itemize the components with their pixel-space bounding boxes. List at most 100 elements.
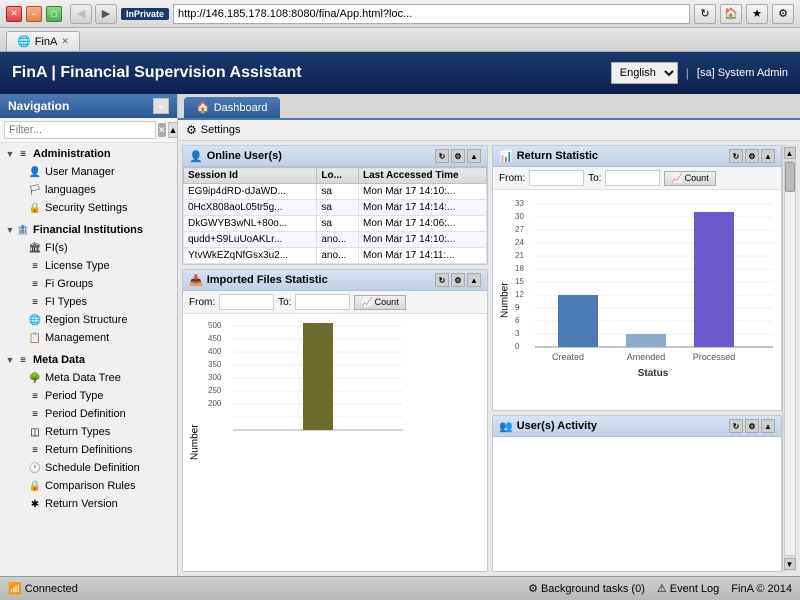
main-tabs: 🏠 Dashboard — [178, 94, 800, 120]
svg-text:Amended: Amended — [627, 352, 666, 362]
tab-close-icon[interactable]: ✕ — [61, 36, 69, 47]
home-button[interactable]: 🏠 — [720, 4, 742, 24]
fi-groups-icon: ≡ — [28, 277, 42, 291]
tree-section-administration-header[interactable]: ▼ ≡ Administration — [0, 145, 177, 163]
maximize-window-button[interactable]: □ — [46, 6, 62, 22]
expand-icon: ▼ — [4, 354, 16, 366]
return-stat-refresh-button[interactable]: ↻ — [729, 149, 743, 163]
online-users-header: 👤 Online User(s) ↻ ⚙ ▲ — [183, 146, 487, 167]
minimize-window-button[interactable]: − — [26, 6, 42, 22]
imported-from-input[interactable] — [219, 294, 274, 310]
table-cell: YtvWkEZqNfGsx3u2... — [184, 248, 317, 264]
sidebar-item-metadata-tree[interactable]: 🌳 Meta Data Tree — [0, 369, 177, 387]
app-body: Navigation « ✕ ▲ ▼ ▼ ≡ Administration 👤 … — [0, 94, 800, 576]
sidebar-filter-clear-button[interactable]: ✕ — [158, 123, 166, 137]
svg-text:Status: Status — [638, 368, 669, 379]
imported-files-header: 📥 Imported Files Statistic ↻ ⚙ ▲ — [183, 270, 487, 291]
online-users-settings-button[interactable]: ⚙ — [451, 149, 465, 163]
back-button[interactable]: ◀ — [70, 4, 92, 24]
sidebar-item-fi-types[interactable]: ≡ FI Types — [0, 293, 177, 311]
sidebar-item-return-version[interactable]: ✱ Return Version — [0, 495, 177, 513]
sidebar-item-user-manager[interactable]: 👤 User Manager — [0, 163, 177, 181]
settings-label[interactable]: Settings — [201, 124, 241, 136]
sidebar-scroll-up-button[interactable]: ▲ — [168, 122, 178, 138]
favorites-button[interactable]: ★ — [746, 4, 768, 24]
sidebar-item-schedule-definition[interactable]: 🕐 Schedule Definition — [0, 459, 177, 477]
return-definitions-label: Return Definitions — [45, 444, 132, 456]
forward-button[interactable]: ▶ — [95, 4, 117, 24]
return-stat-collapse-button[interactable]: ▲ — [761, 149, 775, 163]
online-users-refresh-button[interactable]: ↻ — [435, 149, 449, 163]
return-to-input[interactable] — [605, 170, 660, 186]
main-content: 🏠 Dashboard ⚙ Settings 👤 Online User(s) — [178, 94, 800, 576]
user-activity-collapse-button[interactable]: ▲ — [761, 419, 775, 433]
imported-files-panel: 📥 Imported Files Statistic ↻ ⚙ ▲ From: T… — [182, 269, 488, 572]
sidebar-item-fis[interactable]: 🏛 FI(s) — [0, 239, 177, 257]
return-def-icon: ≡ — [28, 443, 42, 457]
imported-y-label: Number — [187, 318, 203, 567]
fi-types-icon: ≡ — [28, 295, 42, 309]
comparison-rules-label: Comparison Rules — [45, 480, 135, 492]
period-type-icon: ≡ — [28, 389, 42, 403]
return-from-input[interactable] — [529, 170, 584, 186]
user-activity-settings-button[interactable]: ⚙ — [745, 419, 759, 433]
refresh-button[interactable]: ↻ — [694, 4, 716, 24]
tab-dashboard[interactable]: 🏠 Dashboard — [184, 97, 280, 118]
close-window-button[interactable]: ✕ — [6, 6, 22, 22]
table-cell: Mon Mar 17 14:10:... — [359, 184, 487, 200]
imported-collapse-button[interactable]: ▲ — [467, 273, 481, 287]
event-log-label: Event Log — [670, 583, 720, 595]
chart-icon: 📈 — [361, 297, 372, 308]
address-bar[interactable] — [173, 4, 690, 24]
event-icon: ⚠ — [657, 582, 667, 595]
sidebar-item-region-structure[interactable]: 🌐 Region Structure — [0, 311, 177, 329]
sidebar-item-security-settings[interactable]: 🔒 Security Settings — [0, 199, 177, 217]
language-selector[interactable]: English — [611, 62, 678, 84]
sidebar-item-period-definition[interactable]: ≡ Period Definition — [0, 405, 177, 423]
table-row: EG9ip4dRD-dJaWD...saMon Mar 17 14:10:... — [184, 184, 487, 200]
sidebar-item-fi-groups[interactable]: ≡ Fi Groups — [0, 275, 177, 293]
status-left: 📶 Connected — [8, 582, 78, 595]
metadata-tree-label: Meta Data Tree — [45, 372, 121, 384]
background-label: Background tasks (0) — [541, 583, 645, 595]
scroll-down-button[interactable]: ▼ — [784, 558, 796, 570]
return-count-button[interactable]: 📈 Count — [664, 171, 715, 186]
tree-section-metadata-header[interactable]: ▼ ≡ Meta Data — [0, 351, 177, 369]
return-chart-container: 33 30 27 24 21 18 15 12 9 6 3 — [513, 194, 777, 406]
sidebar-filter-input[interactable] — [4, 121, 156, 139]
sidebar-item-management[interactable]: 📋 Management — [0, 329, 177, 347]
imported-count-button[interactable]: 📈 Count — [354, 295, 405, 310]
table-row: DkGWYB3wNL+80o...saMon Mar 17 14:06:... — [184, 216, 487, 232]
svg-text:300: 300 — [208, 373, 222, 382]
imported-settings-button[interactable]: ⚙ — [451, 273, 465, 287]
tools-button[interactable]: ⚙ — [772, 4, 794, 24]
scroll-up-button[interactable]: ▲ — [784, 147, 796, 159]
sidebar-item-languages[interactable]: 🏳 languages — [0, 181, 177, 199]
svg-text:200: 200 — [208, 399, 222, 408]
tree-section-administration: ▼ ≡ Administration 👤 User Manager 🏳 lang… — [0, 143, 177, 219]
online-users-collapse-button[interactable]: ▲ — [467, 149, 481, 163]
sidebar-collapse-button[interactable]: « — [153, 98, 169, 114]
main-scrollbar: ▲ ▼ — [782, 145, 796, 572]
background-tasks[interactable]: ⚙ Background tasks (0) — [528, 582, 645, 595]
return-from-label: From: — [499, 173, 525, 184]
sidebar-item-comparison-rules[interactable]: 🔒 Comparison Rules — [0, 477, 177, 495]
svg-text:500: 500 — [208, 321, 222, 330]
return-stat-settings-button[interactable]: ⚙ — [745, 149, 759, 163]
sidebar-item-license-type[interactable]: ≡ License Type — [0, 257, 177, 275]
imported-to-input[interactable] — [295, 294, 350, 310]
imported-refresh-button[interactable]: ↻ — [435, 273, 449, 287]
imported-bar — [303, 323, 333, 430]
management-icon: 📋 — [28, 331, 42, 345]
table-row: YtvWkEZqNfGsx3u2...ano...Mon Mar 17 14:1… — [184, 248, 487, 264]
browser-tab-fina[interactable]: 🌐 FinA ✕ — [6, 31, 80, 51]
fi-types-label: FI Types — [45, 296, 87, 308]
tree-section-fi-header[interactable]: ▼ 🏦 Financial Institutions — [0, 221, 177, 239]
user-activity-refresh-button[interactable]: ↻ — [729, 419, 743, 433]
sidebar-item-return-types[interactable]: ◫ Return Types — [0, 423, 177, 441]
sidebar-item-period-type[interactable]: ≡ Period Type — [0, 387, 177, 405]
sidebar-item-return-definitions[interactable]: ≡ Return Definitions — [0, 441, 177, 459]
period-definition-label: Period Definition — [45, 408, 126, 420]
event-log[interactable]: ⚠ Event Log — [657, 582, 719, 595]
return-stat-toolbar: From: To: 📈 Count — [493, 167, 781, 190]
